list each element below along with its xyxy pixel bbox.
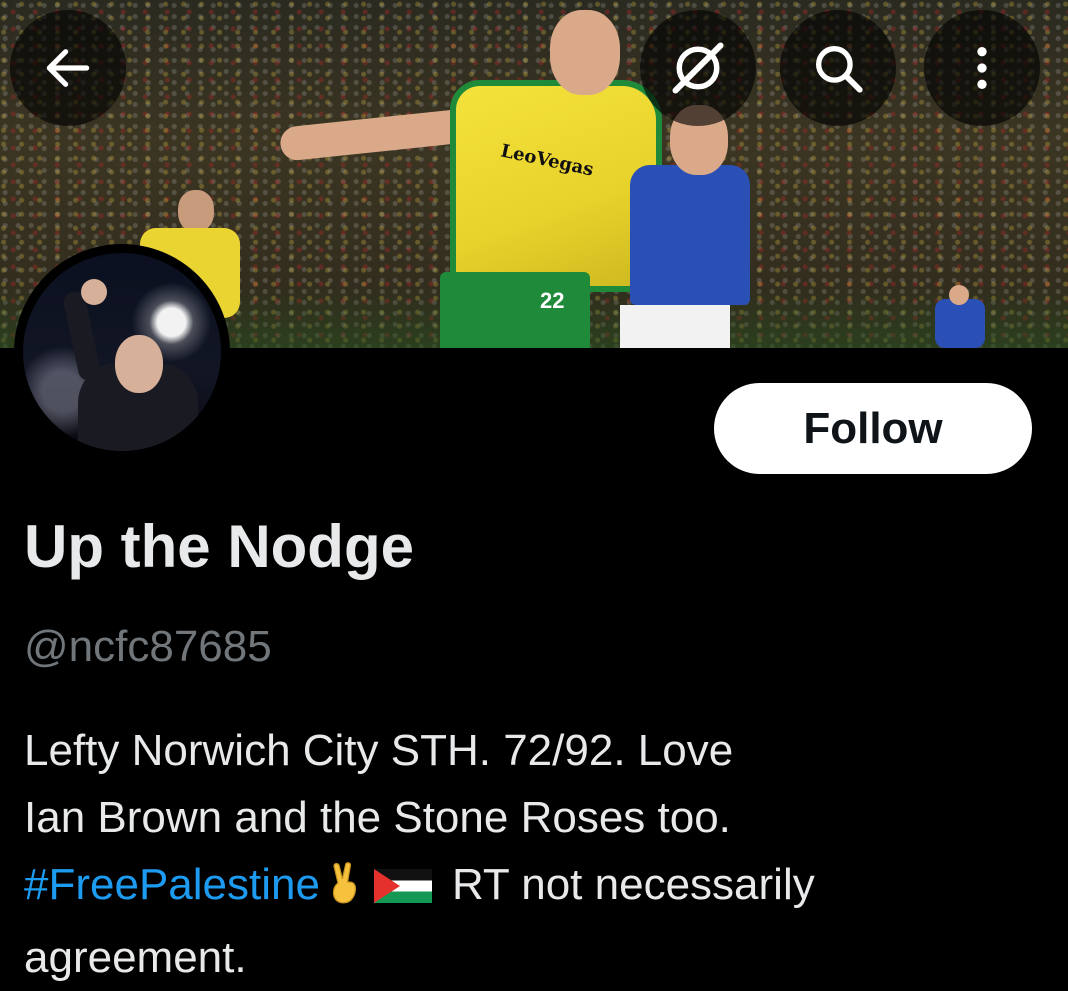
profile-bio: Lefty Norwich City STH. 72/92. Love Ian … — [24, 717, 1054, 991]
more-button[interactable] — [924, 10, 1040, 126]
search-icon — [816, 46, 863, 93]
grok-button[interactable] — [640, 10, 756, 126]
more-vertical-icon — [977, 47, 987, 89]
bio-line: #FreePalestine RT not necessarily — [24, 851, 1054, 924]
avatar-image — [23, 253, 221, 451]
user-handle: @ncfc87685 — [24, 622, 272, 671]
bio-line: agreement. — [24, 933, 247, 982]
banner-shirt-number: 22 — [540, 288, 565, 313]
arrow-left-icon — [46, 49, 90, 87]
bio-text: RT not necessarily — [451, 860, 815, 909]
banner-player-far — [935, 285, 985, 348]
follow-button[interactable]: Follow — [714, 383, 1032, 474]
hashtag-link[interactable]: #FreePalestine — [24, 860, 320, 909]
bio-line: Ian Brown and the Stone Roses too. — [24, 793, 731, 842]
bio-line: Lefty Norwich City STH. 72/92. Love — [24, 726, 734, 775]
back-button[interactable] — [10, 10, 126, 126]
grok-icon — [672, 42, 724, 94]
display-name: Up the Nodge — [24, 513, 414, 580]
banner-player-blue — [620, 105, 760, 348]
avatar[interactable] — [14, 244, 230, 460]
palestine-flag-icon — [373, 869, 432, 903]
victory-hand-icon — [326, 857, 366, 924]
search-button[interactable] — [780, 10, 896, 126]
